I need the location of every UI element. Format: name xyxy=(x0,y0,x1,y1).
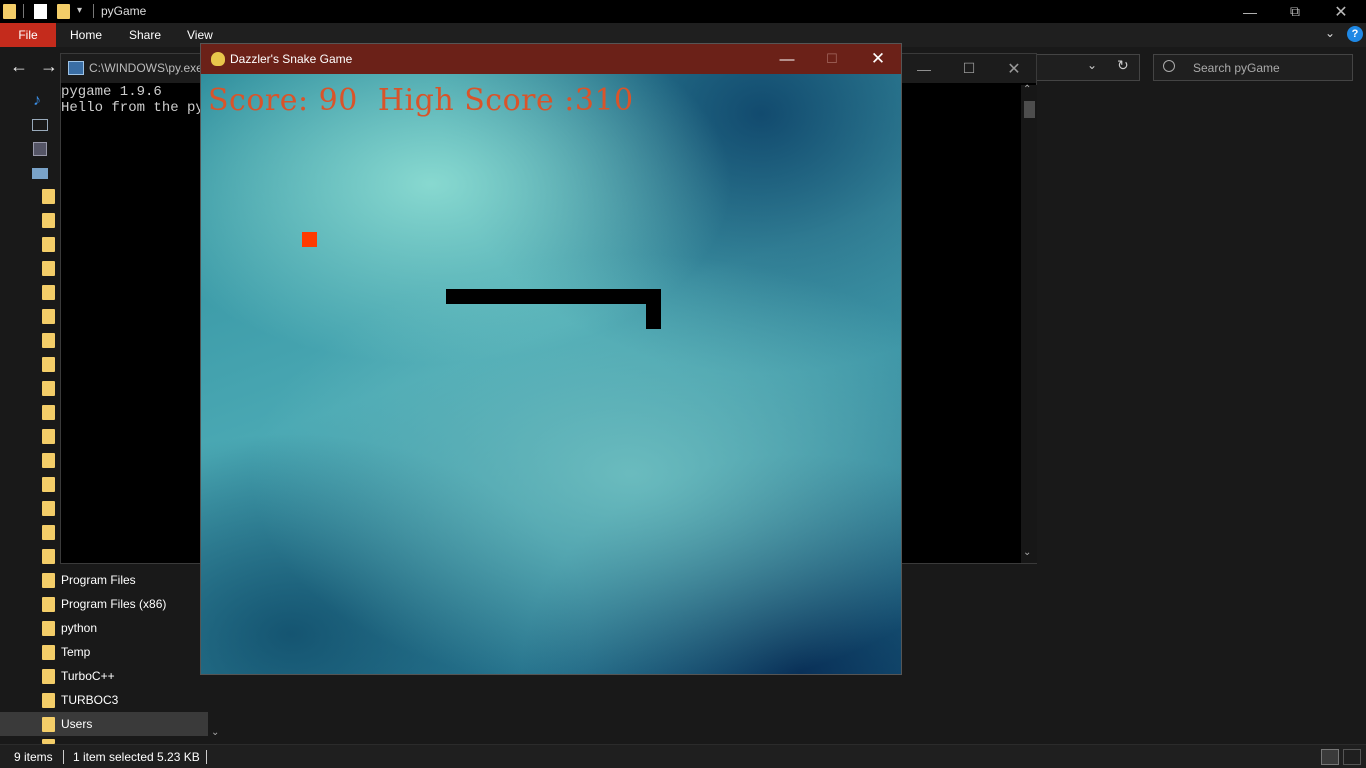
folder-icon xyxy=(42,621,55,636)
folder-icon[interactable] xyxy=(42,477,55,492)
folder-icon[interactable] xyxy=(42,309,55,324)
sidebar-item-label: Temp xyxy=(61,645,91,659)
folder-icon xyxy=(3,4,16,19)
back-arrow-icon[interactable]: ← xyxy=(10,56,28,77)
folder-icon[interactable] xyxy=(42,549,55,564)
game-minimize-button[interactable]: — xyxy=(764,44,810,74)
explorer-title-bar: ▾ pyGame — ⧉ ✕ xyxy=(0,0,1366,23)
search-input[interactable]: Search pyGame xyxy=(1153,54,1353,81)
tab-view[interactable]: View xyxy=(187,28,213,42)
music-icon[interactable]: ♪ xyxy=(33,92,41,110)
console-maximize-button[interactable]: ☐ xyxy=(946,54,992,83)
minimize-button[interactable]: — xyxy=(1227,0,1273,23)
status-divider xyxy=(63,750,64,764)
sidebar-item-program-files[interactable]: Program Files xyxy=(0,568,208,592)
selection-info: 1 item selected 5.23 KB xyxy=(73,750,200,764)
sidebar-item-label: TURBOC3 xyxy=(61,693,119,707)
toolbar-divider xyxy=(23,4,24,18)
folder-icon xyxy=(42,645,55,660)
item-count: 9 items xyxy=(14,750,53,764)
console-line: pygame 1.9.6 xyxy=(61,84,162,100)
sidebar-item-label: TurboC++ xyxy=(61,669,115,683)
sidebar-item-temp[interactable]: Temp xyxy=(0,640,208,664)
help-icon[interactable]: ? xyxy=(1347,26,1363,42)
tab-file[interactable]: File xyxy=(0,23,56,47)
sidebar-item-label: Program Files (x86) xyxy=(61,597,167,611)
search-placeholder: Search pyGame xyxy=(1193,61,1280,75)
scroll-down-icon[interactable]: ⌄ xyxy=(211,727,219,738)
folder-icon[interactable] xyxy=(42,501,55,516)
toolbar-divider xyxy=(93,4,94,18)
expand-ribbon-chevron-icon[interactable]: ⌄ xyxy=(1325,26,1335,40)
videos-icon[interactable] xyxy=(33,142,47,156)
folder-icon[interactable] xyxy=(42,261,55,276)
status-bar: 9 items 1 item selected 5.23 KB xyxy=(0,744,1366,768)
console-app-icon xyxy=(68,61,84,75)
scroll-thumb[interactable] xyxy=(1024,101,1035,118)
sidebar-item-program-files-x86[interactable]: Program Files (x86) xyxy=(0,592,208,616)
sidebar-item-turboc-plus-plus[interactable]: TurboC++ xyxy=(0,664,208,688)
game-maximize-button: ☐ xyxy=(826,51,838,66)
sidebar-item-label: python xyxy=(61,621,98,635)
snake-food xyxy=(302,232,317,247)
customize-toolbar-chevron-icon[interactable]: ▾ xyxy=(77,5,82,16)
score-display: Score: 90 High Score :310 xyxy=(208,83,634,118)
game-title-bar[interactable]: Dazzler's Snake Game — ☐ ✕ xyxy=(201,44,901,74)
game-window[interactable]: Dazzler's Snake Game — ☐ ✕ Score: 90 Hig… xyxy=(200,43,902,675)
forward-arrow-icon[interactable]: → xyxy=(40,56,58,77)
folder-icon xyxy=(42,597,55,612)
folder-icon[interactable] xyxy=(42,237,55,252)
folder-icon[interactable] xyxy=(42,453,55,468)
folder-icon[interactable] xyxy=(42,525,55,540)
status-divider xyxy=(206,750,207,764)
game-close-button[interactable]: ✕ xyxy=(855,44,901,74)
restore-button[interactable]: ⧉ xyxy=(1272,0,1318,23)
snake-body-segment xyxy=(446,289,661,304)
tab-home[interactable]: Home xyxy=(70,28,102,42)
refresh-icon[interactable]: ↻ xyxy=(1117,57,1129,74)
folder-icon[interactable] xyxy=(42,405,55,420)
pygame-snake-icon xyxy=(211,52,225,66)
sidebar-item-python[interactable]: python xyxy=(0,616,208,640)
folder-icon xyxy=(42,717,55,732)
folder-icon xyxy=(42,669,55,684)
search-icon xyxy=(1163,60,1175,72)
folder-icon[interactable] xyxy=(42,213,55,228)
address-dropdown-icon[interactable]: ⌄ xyxy=(1087,58,1097,72)
folder-icon[interactable] xyxy=(42,429,55,444)
folder-icon[interactable] xyxy=(42,381,55,396)
pictures-icon[interactable] xyxy=(32,119,48,131)
new-folder-icon[interactable] xyxy=(57,4,70,19)
sidebar-item-turboc3[interactable]: TURBOC3 xyxy=(0,688,208,712)
game-title: Dazzler's Snake Game xyxy=(230,52,353,66)
sidebar-item-users[interactable]: Users xyxy=(0,712,208,736)
properties-icon[interactable] xyxy=(34,4,47,19)
game-canvas[interactable]: Score: 90 High Score :310 xyxy=(201,74,901,674)
snake-head-segment xyxy=(646,304,661,329)
local-disk-icon[interactable] xyxy=(32,168,48,179)
folder-icon[interactable] xyxy=(42,333,55,348)
console-scrollbar[interactable]: ⌃ ⌄ xyxy=(1021,84,1037,563)
close-button[interactable]: ✕ xyxy=(1318,0,1364,23)
console-minimize-button[interactable]: — xyxy=(901,54,947,83)
sidebar-item-label: Users xyxy=(61,717,93,731)
sidebar-item-label: Program Files xyxy=(61,573,136,587)
folder-icon[interactable] xyxy=(42,285,55,300)
console-title: C:\WINDOWS\py.exe xyxy=(89,61,203,75)
details-view-icon[interactable] xyxy=(1321,749,1339,765)
large-icons-view-icon[interactable] xyxy=(1343,749,1361,765)
window-title: pyGame xyxy=(101,4,147,18)
folder-icon xyxy=(42,693,55,708)
tab-share[interactable]: Share xyxy=(129,28,161,42)
scroll-down-icon[interactable]: ⌄ xyxy=(1023,547,1031,558)
folder-icon[interactable] xyxy=(42,189,55,204)
folder-icon[interactable] xyxy=(42,357,55,372)
scroll-up-icon[interactable]: ⌃ xyxy=(1023,84,1031,95)
folder-icon xyxy=(42,573,55,588)
console-close-button[interactable]: ✕ xyxy=(991,54,1037,83)
